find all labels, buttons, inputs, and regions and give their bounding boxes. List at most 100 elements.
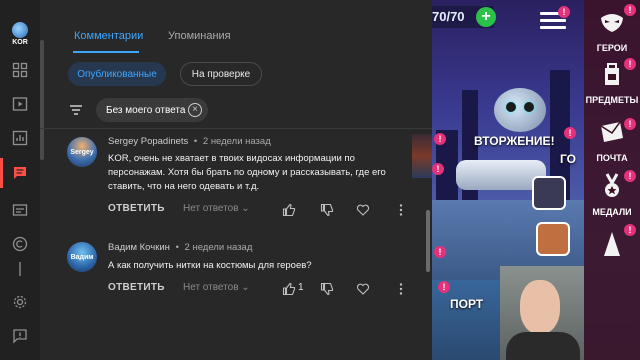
- side-menu-label: МЕДАЛИ: [592, 207, 632, 217]
- streamer-shirt: [506, 332, 580, 360]
- comment-actions: ОТВЕТИТЬ Нет ответов ⌄: [108, 203, 408, 219]
- comment-author[interactable]: Sergey Popadinets: [108, 136, 188, 147]
- add-energy-button[interactable]: +: [476, 7, 496, 27]
- copyright-nav-button[interactable]: [0, 229, 40, 259]
- avatar[interactable]: Вадим: [67, 242, 97, 272]
- filter-bar: Без моего ответа ×: [40, 96, 432, 124]
- subtitles-icon: [12, 204, 28, 216]
- location-port[interactable]: ПОРТ: [450, 297, 483, 311]
- monetization-nav-button[interactable]: [0, 262, 40, 276]
- chip-review-label: На проверке: [191, 68, 251, 80]
- no-replies-dropdown[interactable]: Нет ответов ⌄: [183, 203, 250, 214]
- gear-icon: [13, 295, 27, 309]
- studio-comments-panel: KOR Комментарии Упоминания Опубликованны…: [0, 0, 432, 360]
- chevron-down-icon: ⌄: [241, 282, 250, 293]
- side-menu-label: ПОЧТА: [596, 153, 628, 163]
- notification-badge: !: [432, 163, 444, 175]
- dashboard-nav-button[interactable]: [0, 55, 40, 85]
- notification-badge: !: [624, 4, 636, 16]
- game-video-feed: 70/70 + ! ! ВТОРЖЕНИЕ! ! ГО ! ! ! ПОРТ Г…: [432, 0, 640, 360]
- notification-badge: !: [438, 281, 450, 293]
- more-options-icon[interactable]: [394, 282, 408, 296]
- comment-time[interactable]: 2 недели назад: [203, 136, 271, 147]
- reply-button[interactable]: ОТВЕТИТЬ: [108, 203, 165, 214]
- comments-scrollbar[interactable]: [426, 210, 430, 272]
- left-nav-rail: KOR: [0, 0, 40, 360]
- side-menu-label: ГЕРОИ: [596, 43, 628, 53]
- settings-nav-button[interactable]: [0, 287, 40, 317]
- heart-icon[interactable]: [356, 282, 370, 296]
- like-icon[interactable]: [282, 282, 296, 296]
- notification-badge: !: [434, 246, 446, 258]
- notification-badge: !: [564, 127, 576, 139]
- chip-held-for-review[interactable]: На проверке: [180, 62, 262, 86]
- analytics-icon: [12, 130, 28, 146]
- no-replies-label: Нет ответов: [183, 282, 239, 293]
- comment-item: Sergey Sergey Popadinets • 2 недели наза…: [40, 128, 432, 228]
- feedback-icon: [13, 329, 27, 344]
- chip-published[interactable]: Опубликованные: [68, 62, 166, 86]
- like-count: 1: [298, 282, 304, 293]
- comment-text: А как получить нитки на костюмы для геро…: [108, 260, 312, 271]
- comment-time[interactable]: 2 недели назад: [185, 242, 253, 253]
- separator-dot: •: [175, 242, 179, 253]
- notification-badge: !: [624, 224, 636, 236]
- character-portrait-icon[interactable]: [536, 222, 570, 256]
- comment-header: Вадим Кочкин • 2 недели назад: [108, 242, 252, 253]
- comments-tabs: Комментарии Упоминания: [40, 22, 432, 53]
- tab-comments[interactable]: Комментарии: [74, 30, 143, 42]
- like-icon[interactable]: [282, 203, 296, 217]
- channel-logo-text: KOR: [12, 39, 28, 46]
- hp-value: 70/70: [432, 9, 465, 24]
- notification-badge: !: [624, 170, 636, 182]
- comment-item: Вадим Вадим Кочкин • 2 недели назад А ка…: [40, 230, 432, 310]
- more-options-icon[interactable]: [394, 203, 408, 217]
- comments-icon: [14, 167, 26, 179]
- reply-button[interactable]: ОТВЕТИТЬ: [108, 282, 165, 293]
- channel-avatar[interactable]: KOR: [4, 22, 36, 46]
- chip-published-label: Опубликованные: [77, 68, 157, 80]
- avatar[interactable]: Sergey: [67, 137, 97, 167]
- mail-icon: [600, 121, 623, 142]
- side-menu-label: ПРЕДМЕТЫ: [585, 95, 639, 105]
- channel-logo-icon: [12, 22, 28, 38]
- dollar-icon: [19, 262, 21, 276]
- comments-nav-button[interactable]: [0, 158, 40, 188]
- filter-icon[interactable]: [68, 102, 84, 118]
- avatar-text: Sergey: [70, 148, 94, 156]
- analytics-nav-button[interactable]: [0, 123, 40, 153]
- streamer-face: [520, 280, 560, 334]
- comment-header: Sergey Popadinets • 2 недели назад: [108, 136, 271, 147]
- streamer-webcam: [500, 266, 584, 360]
- content-nav-button[interactable]: [0, 89, 40, 119]
- no-replies-dropdown[interactable]: Нет ответов ⌄: [183, 282, 250, 293]
- dislike-icon[interactable]: [320, 203, 334, 217]
- video-thumbnail[interactable]: [412, 134, 432, 178]
- medal-icon: [605, 173, 619, 197]
- heart-icon[interactable]: [356, 203, 370, 217]
- location-invasion[interactable]: ВТОРЖЕНИЕ!: [474, 134, 555, 148]
- close-icon[interactable]: ×: [188, 103, 202, 117]
- notification-badge: !: [624, 58, 636, 70]
- dislike-icon[interactable]: [320, 282, 334, 296]
- separator-dot: •: [193, 136, 198, 147]
- comment-actions: ОТВЕТИТЬ Нет ответов ⌄ 1: [108, 282, 408, 298]
- filter-chip-label: Без моего ответа: [106, 104, 186, 116]
- copyright-icon: [12, 236, 28, 252]
- notification-badge: !: [558, 6, 570, 18]
- chevron-down-icon: ⌄: [241, 203, 250, 214]
- no-replies-label: Нет ответов: [183, 203, 239, 214]
- dashboard-icon: [12, 62, 28, 78]
- tab-mentions[interactable]: Упоминания: [168, 30, 231, 42]
- map-marker-icon[interactable]: [532, 176, 566, 210]
- avatar-text: Вадим: [70, 253, 94, 261]
- comment-author[interactable]: Вадим Кочкин: [108, 242, 170, 253]
- location-city[interactable]: ГО: [560, 152, 576, 166]
- comment-text: KOR, очень не хватает в твоих видосах ин…: [108, 153, 386, 192]
- comments-content: Комментарии Упоминания Опубликованные На…: [40, 0, 432, 360]
- notification-badge: !: [624, 118, 636, 130]
- subtitles-nav-button[interactable]: [0, 195, 40, 225]
- feedback-nav-button[interactable]: [0, 321, 40, 351]
- filter-chip-no-my-reply[interactable]: Без моего ответа ×: [96, 98, 208, 122]
- game-side-menu: ГЕРОИ ПРЕДМЕТЫ ПОЧТА МЕДАЛИ ! ! ! ! !: [584, 0, 640, 360]
